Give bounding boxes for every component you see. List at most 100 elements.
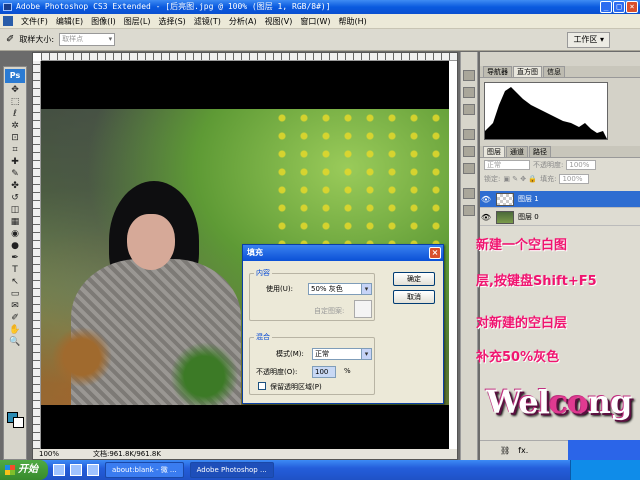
navigator-tabs: 导航器 直方图 信息 [480,66,640,78]
gradient-icon[interactable]: ▦ [7,217,23,228]
use-select-value: 50% 灰色 [311,285,343,293]
options-bar: ✐ 取样大小: 取样点 工作区 ▾ [0,29,640,51]
layer-row[interactable]: 👁 图层 0 [480,209,640,226]
annotation-line-1: 新建一个空白图 [476,238,568,253]
use-select[interactable]: 50% 灰色 ▾ [308,283,372,295]
tab-channels[interactable]: 通道 [506,146,528,157]
type-icon[interactable]: T [7,265,23,276]
brush-icon[interactable]: ✎ [7,169,23,180]
workspace-button[interactable]: 工作区 ▾ [567,32,610,48]
minimize-button[interactable]: _ [600,1,612,13]
panel-icon[interactable] [463,205,475,216]
healing-icon[interactable]: ✚ [7,157,23,168]
menu-help[interactable]: 帮助(H) [335,14,371,29]
menu-analysis[interactable]: 分析(A) [225,14,261,29]
panel-icon[interactable] [463,70,475,81]
panel-icon[interactable] [463,188,475,199]
lock-fill-row: 锁定: ▣ ✎ ✥ 🔒 填充: 100% [480,172,640,186]
marquee-icon[interactable]: ⬚ [7,97,23,108]
eyedropper-icon[interactable]: ✐ [6,34,14,45]
tab-navigator[interactable]: 导航器 [483,66,512,77]
vertical-ruler [33,61,41,449]
collapsed-panel-strip [460,52,478,460]
menu-view[interactable]: 视图(V) [261,14,297,29]
menu-image[interactable]: 图像(I) [87,14,120,29]
quick-launch-icon[interactable] [87,464,99,476]
close-button[interactable]: × [626,1,638,13]
slice-icon[interactable]: ⌗ [7,145,23,156]
notes-icon[interactable]: ✉ [7,301,23,312]
panel-icon[interactable] [463,129,475,140]
welcong-logo: Welcong [486,383,632,421]
layer-row[interactable]: 👁 图层 1 [480,191,640,208]
preserve-transparency-checkbox[interactable] [258,382,266,390]
taskbar-item-browser[interactable]: about:blank - 微 ... [105,462,184,478]
quick-launch-icon[interactable] [70,464,82,476]
lock-icon[interactable]: ▣ ✎ ✥ 🔒 [503,175,537,183]
contents-group-title: 内容 [254,268,272,278]
pen-icon[interactable]: ✒ [7,253,23,264]
quick-launch-icon[interactable] [53,464,65,476]
layer-thumbnail [496,210,514,224]
menu-edit[interactable]: 编辑(E) [52,14,87,29]
zoom-level[interactable]: 100% [39,449,59,459]
shape-icon[interactable]: ▭ [7,289,23,300]
tab-paths[interactable]: 路径 [529,146,551,157]
path-select-icon[interactable]: ↖ [7,277,23,288]
menu-file[interactable]: 文件(F) [17,14,52,29]
background-color-swatch[interactable] [13,417,24,428]
document-icon[interactable] [3,16,13,26]
lasso-icon[interactable]: ℓ [7,109,23,120]
panel-icon[interactable] [463,146,475,157]
opacity-label: 不透明度(O): [256,368,298,376]
crop-icon[interactable]: ⊡ [7,133,23,144]
fill-dialog-title: 填充 [247,248,263,257]
fill-label: 填充: [540,175,557,183]
fill-input[interactable]: 100% [559,174,590,184]
blur-icon[interactable]: ◉ [7,229,23,240]
zoom-icon[interactable]: 🔍 [7,337,23,348]
window-title: Adobe Photoshop CS3 Extended - [后亮图.jpg … [16,2,331,11]
menu-select[interactable]: 选择(S) [154,14,189,29]
mode-select[interactable]: 正常 ▾ [312,348,372,360]
opacity-unit: % [344,367,351,375]
tab-info[interactable]: 信息 [543,66,565,77]
tab-layers[interactable]: 图层 [483,146,505,157]
maximize-button[interactable]: □ [613,1,625,13]
menu-window[interactable]: 窗口(W) [296,14,334,29]
dialog-close-icon[interactable]: × [429,247,441,259]
fill-dialog: 填充 × 内容 使用(U): 50% 灰色 ▾ 自定图案: 混合 模式(M): … [242,244,444,404]
layer-opacity-input[interactable]: 100% [566,160,597,170]
ok-button[interactable]: 确定 [393,272,435,286]
start-button[interactable]: 开始 [0,460,48,480]
move-icon[interactable]: ✥ [7,85,23,96]
link-icon[interactable]: ⛓ [500,446,510,455]
opacity-input[interactable]: 100 [312,366,336,378]
panel-icon[interactable] [463,87,475,98]
panel-icon[interactable] [463,163,475,174]
document-size-info[interactable]: 文档:961.8K/961.8K [93,449,161,459]
horizontal-ruler [41,53,457,61]
blend-mode-select[interactable]: 正常 [484,160,530,170]
cancel-button[interactable]: 取消 [393,290,435,304]
eye-icon[interactable]: 👁 [480,213,492,222]
history-brush-icon[interactable]: ↺ [7,193,23,204]
taskbar-item-photoshop[interactable]: Adobe Photoshop ... [189,462,274,478]
stamp-icon[interactable]: ✤ [7,181,23,192]
annotation-line-3: 对新建的空白层 [476,316,568,331]
dodge-icon[interactable]: ● [7,241,23,252]
custom-pattern-swatch [354,300,372,318]
mode-label: 模式(M): [276,350,304,358]
magic-wand-icon[interactable]: ✲ [7,121,23,132]
document-status-bar: 100% 文档:961.8K/961.8K [33,449,457,459]
eyedropper-tool-icon[interactable]: ✐ [7,313,23,324]
eraser-icon[interactable]: ◫ [7,205,23,216]
sample-size-select[interactable]: 取样点 [59,33,116,46]
eye-icon[interactable]: 👁 [480,195,492,204]
menu-layer[interactable]: 图层(L) [120,14,155,29]
tab-histogram[interactable]: 直方图 [513,66,542,77]
panel-icon[interactable] [463,104,475,115]
menu-filter[interactable]: 滤镜(T) [190,14,225,29]
hand-icon[interactable]: ✋ [7,325,23,336]
fx-button[interactable]: fx. [518,446,528,455]
